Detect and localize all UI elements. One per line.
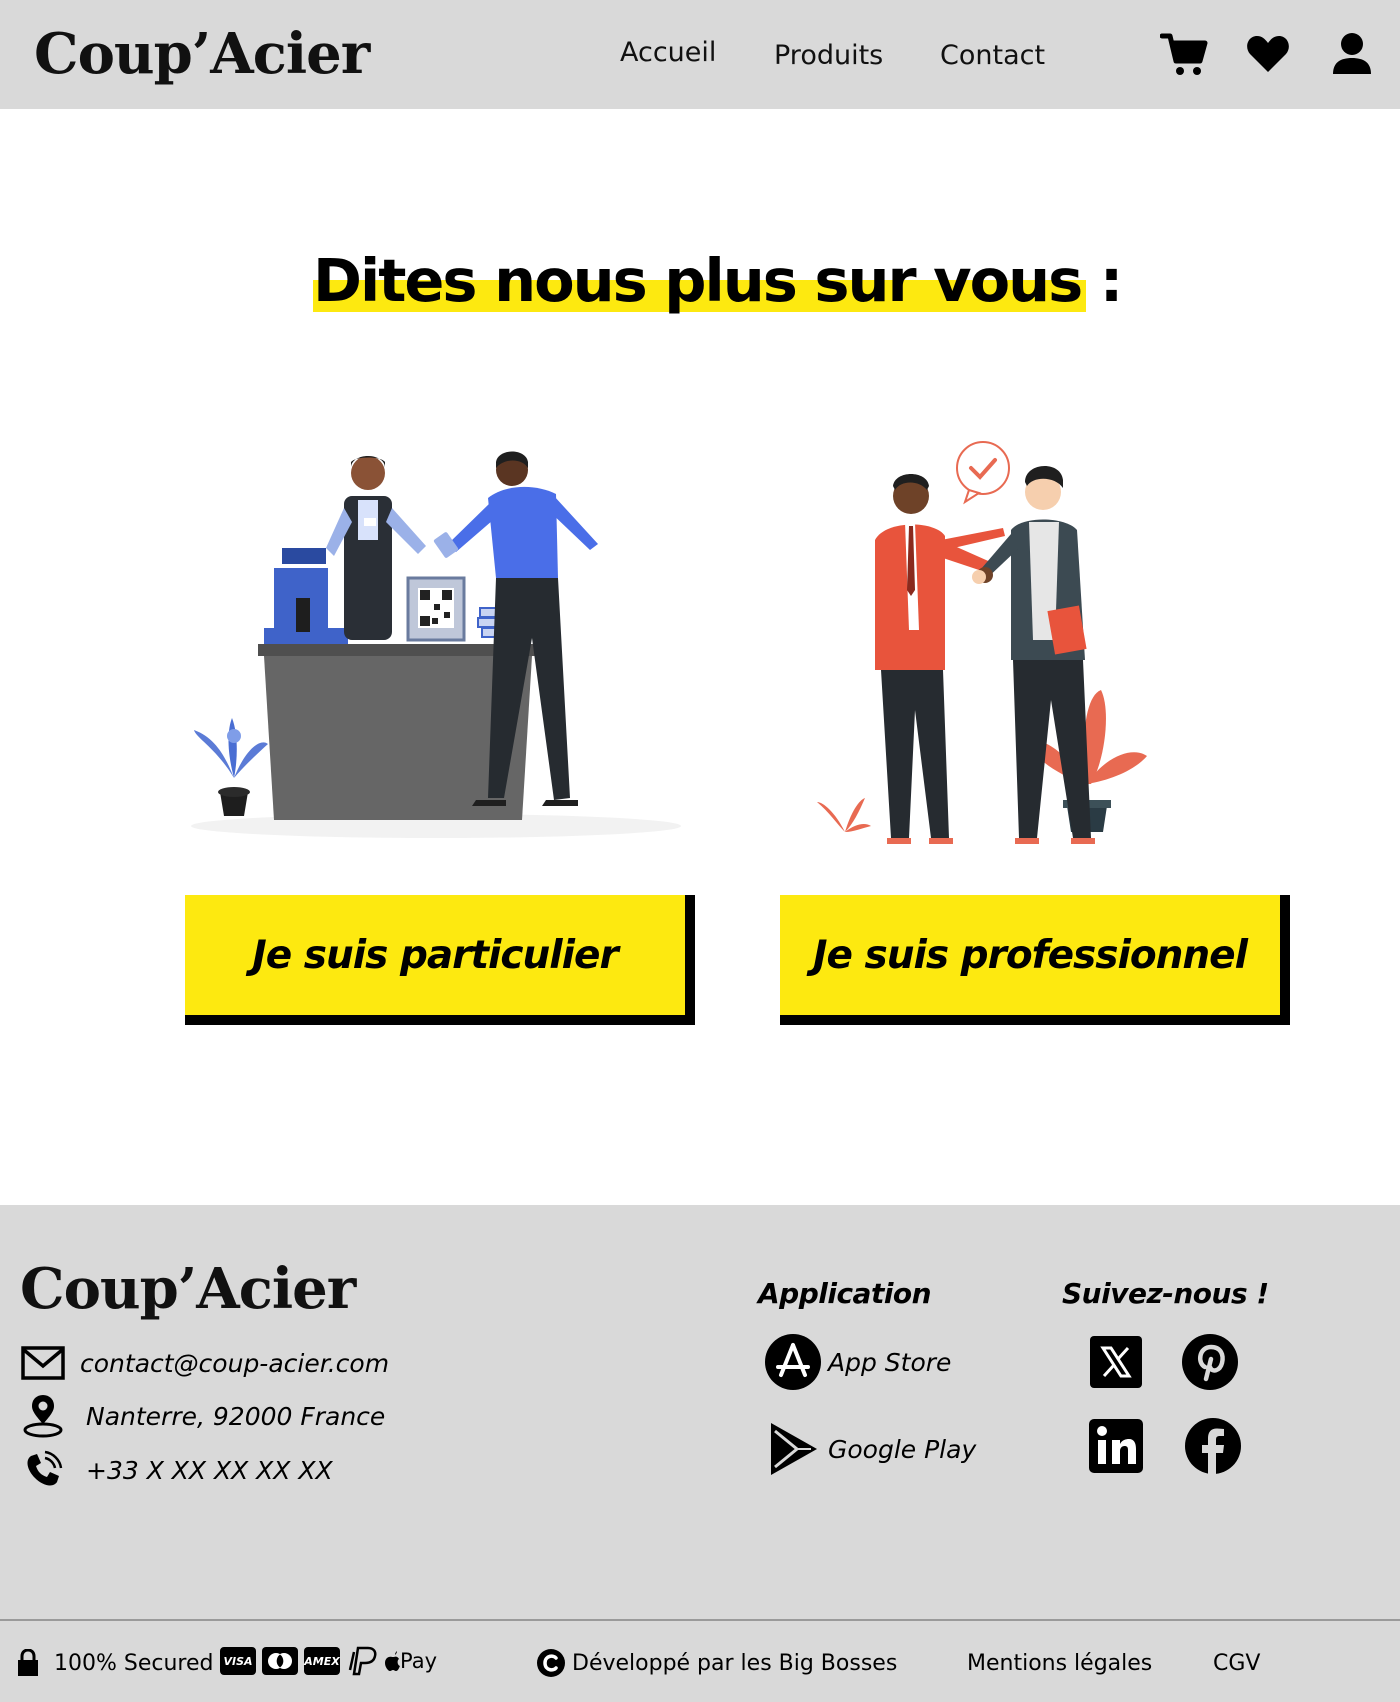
professionnel-button-label: Je suis professionnel	[813, 932, 1248, 978]
contact-phone-row[interactable]: +33 X XX XX XX XX	[20, 1447, 333, 1493]
application-title: Application	[758, 1277, 932, 1310]
secured-badge: 100% Secured	[16, 1645, 214, 1681]
site-footer: Coup’Acier contact@coup-acier.com Nanter…	[0, 1205, 1400, 1621]
heart-icon[interactable]	[1242, 28, 1294, 80]
shop-checkout-illustration	[186, 448, 686, 848]
particulier-button-label: Je suis particulier	[252, 932, 618, 978]
user-icon[interactable]	[1326, 28, 1378, 80]
x-icon[interactable]	[1087, 1333, 1145, 1391]
lock-icon	[18, 1649, 38, 1676]
location-pin-icon	[20, 1393, 66, 1439]
apple-pay-icon: Pay	[384, 1647, 437, 1675]
mastercard-icon	[262, 1647, 298, 1675]
app-store-label: App Store	[828, 1347, 952, 1377]
copyright-icon	[537, 1649, 565, 1677]
mentions-legales-link[interactable]: Mentions légales	[967, 1645, 1152, 1681]
apple-pay-label: Pay	[400, 1649, 438, 1673]
app-store-icon	[764, 1333, 822, 1391]
contact-phone[interactable]: +33 X XX XX XX XX	[86, 1456, 333, 1485]
paypal-icon	[346, 1646, 378, 1676]
cart-icon[interactable]	[1158, 28, 1210, 80]
site-header: Coup’Acier Accueil Produits Contact	[0, 0, 1400, 109]
nav-produits[interactable]: Produits	[774, 38, 883, 74]
particulier-button[interactable]: Je suis particulier	[185, 895, 695, 1025]
linkedin-icon[interactable]	[1087, 1417, 1145, 1475]
header-logo[interactable]: Coup’Acier	[34, 22, 370, 86]
google-play-icon	[764, 1420, 822, 1478]
facebook-icon[interactable]	[1184, 1417, 1242, 1475]
follow-us-title: Suivez-nous !	[1062, 1277, 1269, 1310]
developed-by: Développé par les Big Bosses	[536, 1645, 897, 1681]
contact-address-row: Nanterre, 92000 France	[20, 1393, 385, 1439]
contact-email[interactable]: contact@coup-acier.com	[80, 1349, 389, 1378]
visa-icon: VISA	[220, 1647, 256, 1675]
contact-email-row[interactable]: contact@coup-acier.com	[20, 1340, 389, 1386]
google-play-link[interactable]: Google Play	[764, 1420, 976, 1478]
business-handshake-illustration	[815, 440, 1245, 850]
payment-methods: VISA AMEX Pay	[220, 1646, 437, 1676]
nav-contact[interactable]: Contact	[940, 38, 1045, 74]
cgv-link[interactable]: CGV	[1213, 1645, 1260, 1681]
secured-label: 100% Secured	[54, 1650, 214, 1676]
nav-accueil[interactable]: Accueil	[620, 35, 716, 71]
app-store-link[interactable]: App Store	[764, 1333, 951, 1391]
pinterest-icon[interactable]	[1181, 1333, 1239, 1391]
amex-icon: AMEX	[304, 1647, 340, 1675]
bottom-bar: 100% Secured VISA AMEX Pay Développé par…	[0, 1619, 1400, 1702]
professionnel-button[interactable]: Je suis professionnel	[780, 895, 1290, 1025]
page-title: Dites nous plus sur vous :	[313, 246, 1123, 315]
footer-logo[interactable]: Coup’Acier	[20, 1257, 356, 1321]
developed-by-label: Développé par les Big Bosses	[572, 1650, 898, 1676]
mail-icon	[20, 1340, 66, 1386]
contact-address: Nanterre, 92000 France	[86, 1401, 386, 1431]
phone-icon	[20, 1447, 66, 1493]
page-title-wrap: Dites nous plus sur vous :	[313, 244, 1123, 318]
google-play-label: Google Play	[828, 1434, 977, 1464]
